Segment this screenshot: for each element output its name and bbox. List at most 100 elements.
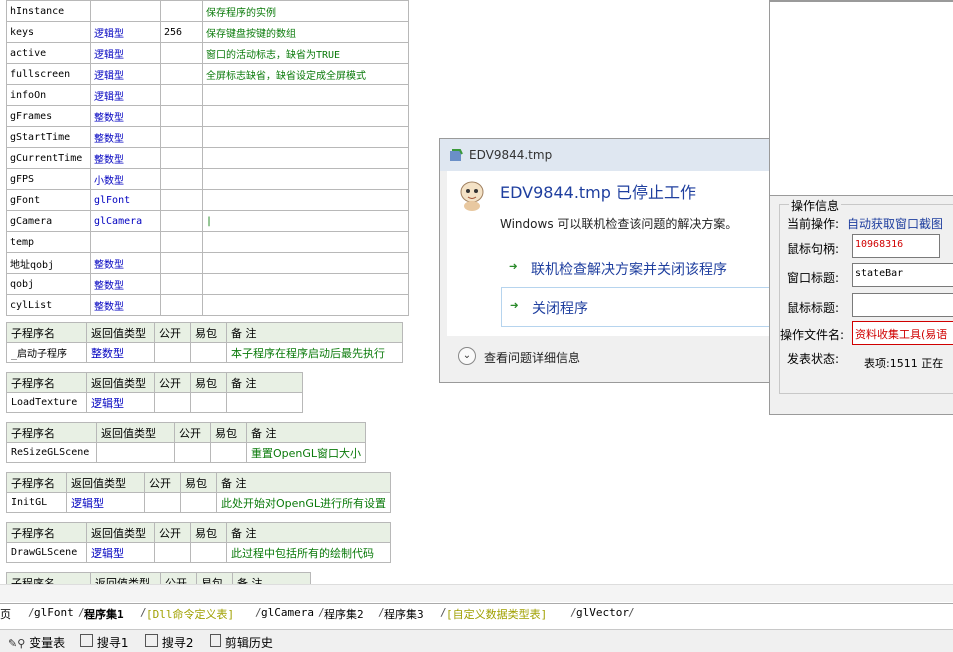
variable-type-cell[interactable]: 逻辑型 — [90, 63, 161, 85]
variable-note-cell[interactable] — [202, 189, 409, 211]
variable-note-cell[interactable]: 保存程序的实例 — [202, 0, 409, 22]
variable-note-cell[interactable] — [202, 231, 409, 253]
variable-row[interactable]: qobj 整数型 — [6, 273, 409, 295]
subprogram-row[interactable]: DrawGLScene 逻辑型 此过程中包括所有的绘制代码 — [6, 542, 391, 563]
variable-size-cell[interactable] — [160, 294, 203, 316]
subprogram-name-cell[interactable]: _启动子程序 — [6, 342, 87, 363]
variable-size-cell[interactable] — [160, 126, 203, 148]
variable-name-cell[interactable]: keys — [6, 21, 91, 43]
module-tab[interactable]: 程序集2 — [324, 606, 364, 624]
subprogram-pub-cell[interactable] — [154, 342, 191, 363]
file-name-field[interactable]: 资料收集工具(易语 — [852, 321, 953, 345]
subprogram-name-cell[interactable]: InitGL — [6, 492, 67, 513]
variable-row[interactable]: active 逻辑型 窗口的活动标志，缺省为TRUE — [6, 42, 409, 64]
variable-type-cell[interactable]: 整数型 — [90, 126, 161, 148]
variable-name-cell[interactable]: 地址qobj — [6, 252, 91, 274]
module-tab[interactable]: 程序集3 — [384, 606, 424, 624]
subprogram-pack-cell[interactable] — [210, 442, 247, 463]
module-tab[interactable]: glFont — [34, 606, 74, 624]
check-online-option[interactable]: ➜ 联机检查解决方案并关闭该程序 — [501, 255, 771, 281]
subprogram-note-cell[interactable]: 此处开始对OpenGL进行所有设置 — [215, 492, 392, 513]
variable-note-cell[interactable] — [202, 294, 409, 316]
variable-size-cell[interactable] — [160, 63, 203, 85]
variable-type-cell[interactable]: 小数型 — [90, 168, 161, 190]
subprogram-row[interactable]: ReSizeGLScene 重置OpenGL窗口大小 — [6, 442, 367, 463]
variable-name-cell[interactable]: qobj — [6, 273, 91, 295]
variable-name-cell[interactable]: gCamera — [6, 210, 91, 232]
variable-size-cell[interactable] — [160, 273, 203, 295]
subprogram-row[interactable]: _启动子程序 整数型 本子程序在程序启动后最先执行 — [6, 342, 403, 363]
variable-type-cell[interactable]: 整数型 — [90, 294, 161, 316]
subprogram-note-cell[interactable]: 此过程中包括所有的绘制代码 — [226, 542, 391, 563]
module-tab[interactable]: 程序集1 — [84, 606, 124, 624]
subprogram-ret-cell[interactable]: 逻辑型 — [66, 492, 145, 513]
variable-size-cell[interactable] — [160, 105, 203, 127]
variable-note-cell[interactable] — [202, 105, 409, 127]
variable-type-cell[interactable]: 逻辑型 — [90, 42, 161, 64]
variable-type-cell[interactable]: 逻辑型 — [90, 84, 161, 106]
variable-row[interactable]: cylList 整数型 — [6, 294, 409, 316]
subprogram-pub-cell[interactable] — [154, 392, 191, 413]
variable-name-cell[interactable]: gStartTime — [6, 126, 91, 148]
search2-button[interactable]: 搜寻2 — [145, 634, 193, 651]
variable-note-cell[interactable] — [202, 84, 409, 106]
variable-size-cell[interactable] — [160, 0, 203, 22]
subprogram-pack-cell[interactable] — [180, 492, 217, 513]
clip-history-button[interactable]: 剪辑历史 — [210, 634, 273, 651]
variable-note-cell[interactable] — [202, 168, 409, 190]
variable-size-cell[interactable] — [160, 84, 203, 106]
variable-size-cell[interactable] — [160, 168, 203, 190]
module-tab[interactable]: [自定义数据类型表] — [446, 606, 547, 624]
mouse-handle-field[interactable]: 10968316 — [852, 234, 940, 258]
variable-name-cell[interactable]: active — [6, 42, 91, 64]
variable-type-cell[interactable]: 整数型 — [90, 147, 161, 169]
variable-type-cell[interactable]: 逻辑型 — [90, 21, 161, 43]
mouse-title-field[interactable] — [852, 293, 953, 317]
search1-button[interactable]: 搜寻1 — [80, 634, 128, 651]
variable-name-cell[interactable]: gFrames — [6, 105, 91, 127]
variable-row[interactable]: gCurrentTime 整数型 — [6, 147, 409, 169]
variable-type-cell[interactable] — [90, 0, 161, 22]
variable-type-cell[interactable]: 整数型 — [90, 252, 161, 274]
subprogram-note-cell[interactable] — [226, 392, 303, 413]
subprogram-row[interactable]: InitGL 逻辑型 此处开始对OpenGL进行所有设置 — [6, 492, 392, 513]
variable-size-cell[interactable]: 256 — [160, 21, 203, 43]
variable-note-cell[interactable] — [202, 147, 409, 169]
variable-size-cell[interactable] — [160, 252, 203, 274]
subprogram-ret-cell[interactable]: 逻辑型 — [86, 542, 155, 563]
subprogram-ret-cell[interactable]: 整数型 — [86, 342, 155, 363]
subprogram-pub-cell[interactable] — [154, 542, 191, 563]
subprogram-pub-cell[interactable] — [144, 492, 181, 513]
variable-size-cell[interactable] — [160, 147, 203, 169]
module-tab[interactable]: glCamera — [261, 606, 314, 624]
variable-note-cell[interactable] — [202, 273, 409, 295]
variable-name-cell[interactable]: gFPS — [6, 168, 91, 190]
variable-row[interactable]: gFrames 整数型 — [6, 105, 409, 127]
variable-row[interactable]: temp — [6, 231, 409, 253]
variable-type-cell[interactable] — [90, 231, 161, 253]
variable-size-cell[interactable] — [160, 42, 203, 64]
variable-type-cell[interactable]: 整数型 — [90, 105, 161, 127]
subprogram-pub-cell[interactable] — [174, 442, 211, 463]
variable-type-cell[interactable]: 整数型 — [90, 273, 161, 295]
variable-row[interactable]: gFPS 小数型 — [6, 168, 409, 190]
subprogram-pack-cell[interactable] — [190, 392, 227, 413]
variable-note-cell[interactable]: 全屏标志缺省，缺省设定成全屏模式 — [202, 63, 409, 85]
variable-row[interactable]: gStartTime 整数型 — [6, 126, 409, 148]
module-tab[interactable]: [Dll命令定义表] — [146, 606, 234, 624]
variable-type-cell[interactable]: glCamera — [90, 210, 161, 232]
variable-table-button[interactable]: ✎⚲ 变量表 — [8, 634, 65, 651]
subprogram-note-cell[interactable]: 本子程序在程序启动后最先执行 — [226, 342, 403, 363]
variable-name-cell[interactable]: fullscreen — [6, 63, 91, 85]
variable-note-cell[interactable]: 窗口的活动标志，缺省为TRUE — [202, 42, 409, 64]
variable-row[interactable]: gFont glFont — [6, 189, 409, 211]
subprogram-name-cell[interactable]: DrawGLScene — [6, 542, 87, 563]
subprogram-pack-cell[interactable] — [190, 542, 227, 563]
view-details-link[interactable]: 查看问题详细信息 — [484, 349, 580, 366]
window-title-field[interactable]: stateBar — [852, 263, 953, 287]
variable-size-cell[interactable] — [160, 231, 203, 253]
expand-details-icon[interactable]: ⌄ — [458, 347, 476, 365]
module-tab[interactable]: 页 — [0, 606, 11, 624]
subprogram-note-cell[interactable]: 重置OpenGL窗口大小 — [245, 442, 367, 463]
module-tab[interactable]: glVector — [576, 606, 629, 624]
